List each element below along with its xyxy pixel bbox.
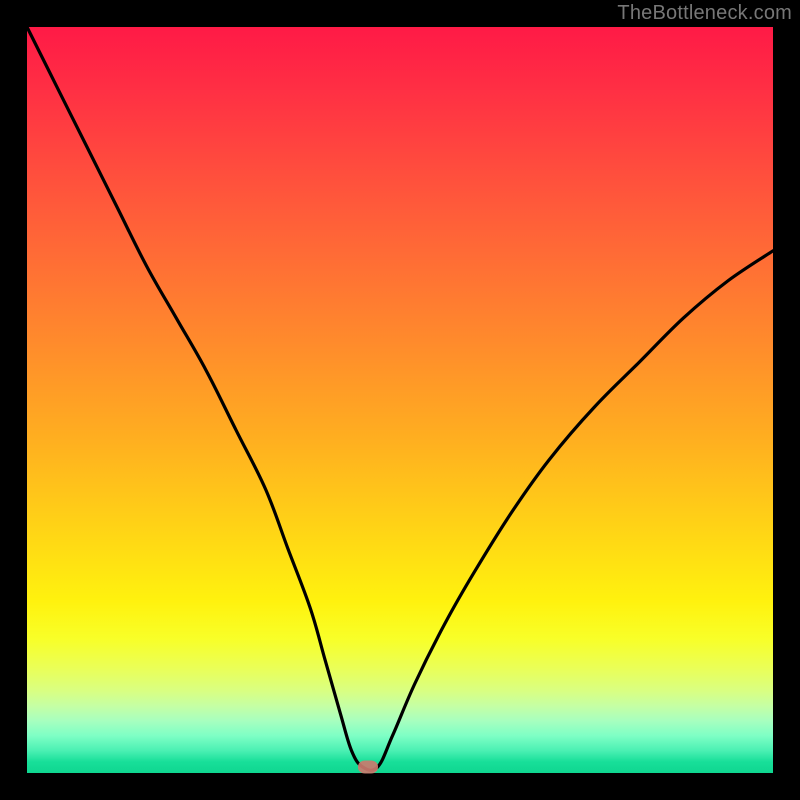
plot-area (27, 27, 773, 773)
bottleneck-curve (27, 27, 773, 770)
curve-svg (27, 27, 773, 773)
watermark-text: TheBottleneck.com (617, 2, 792, 25)
chart-stage: TheBottleneck.com (0, 0, 800, 800)
optimum-marker (358, 761, 378, 774)
